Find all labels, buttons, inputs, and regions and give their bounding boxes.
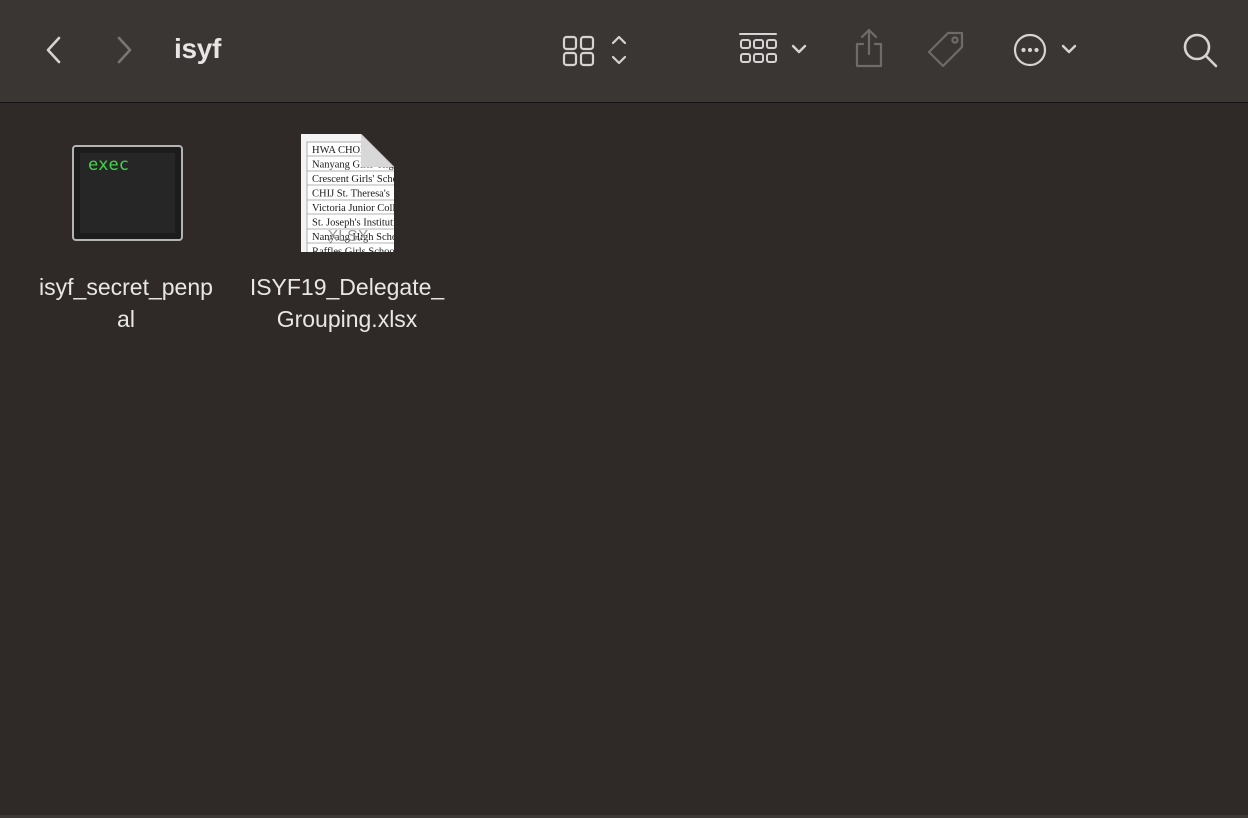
exec-label: exec	[88, 155, 129, 175]
file-item-isyf19-delegate-grouping[interactable]: ISYF19_Delegate_ Grouping.xlsx	[238, 271, 456, 335]
more-actions-button[interactable]	[1008, 28, 1082, 72]
tag-icon	[927, 31, 964, 68]
toolbar: isyf	[0, 0, 1248, 103]
share-icon	[855, 28, 883, 68]
file-item-isyf-secret-penpal[interactable]: isyf_secret_penp al	[20, 271, 232, 335]
sheet-preview-row: Crescent Girls' School	[312, 174, 394, 185]
xlsx-document-icon[interactable]: HWA CHONG Nanyang Girls' High Crescent Gir…	[301, 133, 395, 253]
finder-window: isyf exec isyf_secret_penp al HWA CHONG …	[0, 0, 1248, 818]
search-icon	[1183, 33, 1218, 68]
file-name: ISYF19_Delegate_ Grouping.xlsx	[249, 274, 445, 332]
file-browser-area[interactable]	[0, 103, 1248, 815]
sheet-preview-row: St. Joseph's Institution	[312, 218, 394, 229]
grid-view-icon	[562, 35, 627, 67]
tag-button[interactable]	[924, 28, 968, 72]
share-button[interactable]	[848, 26, 890, 72]
chevron-right-icon	[117, 36, 132, 64]
sheet-preview-row: Victoria Junior College	[312, 203, 394, 214]
back-button[interactable]	[36, 30, 72, 70]
forward-button[interactable]	[106, 30, 142, 70]
exec-terminal-icon[interactable]: exec	[72, 145, 183, 241]
search-button[interactable]	[1178, 28, 1222, 72]
chevron-left-icon	[46, 36, 61, 64]
sheet-preview-row: CHIJ St. Theresa's	[312, 189, 390, 200]
view-mode-button[interactable]	[558, 28, 636, 72]
xlsx-tag: XLSX	[328, 228, 369, 245]
ellipsis-circle-icon	[1013, 33, 1077, 67]
group-by-icon	[739, 33, 807, 63]
group-by-button[interactable]	[734, 28, 812, 72]
file-name: isyf_secret_penp al	[39, 274, 213, 332]
window-title: isyf	[174, 33, 222, 64]
sheet-preview-row: Raffles Girls School	[312, 247, 394, 253]
